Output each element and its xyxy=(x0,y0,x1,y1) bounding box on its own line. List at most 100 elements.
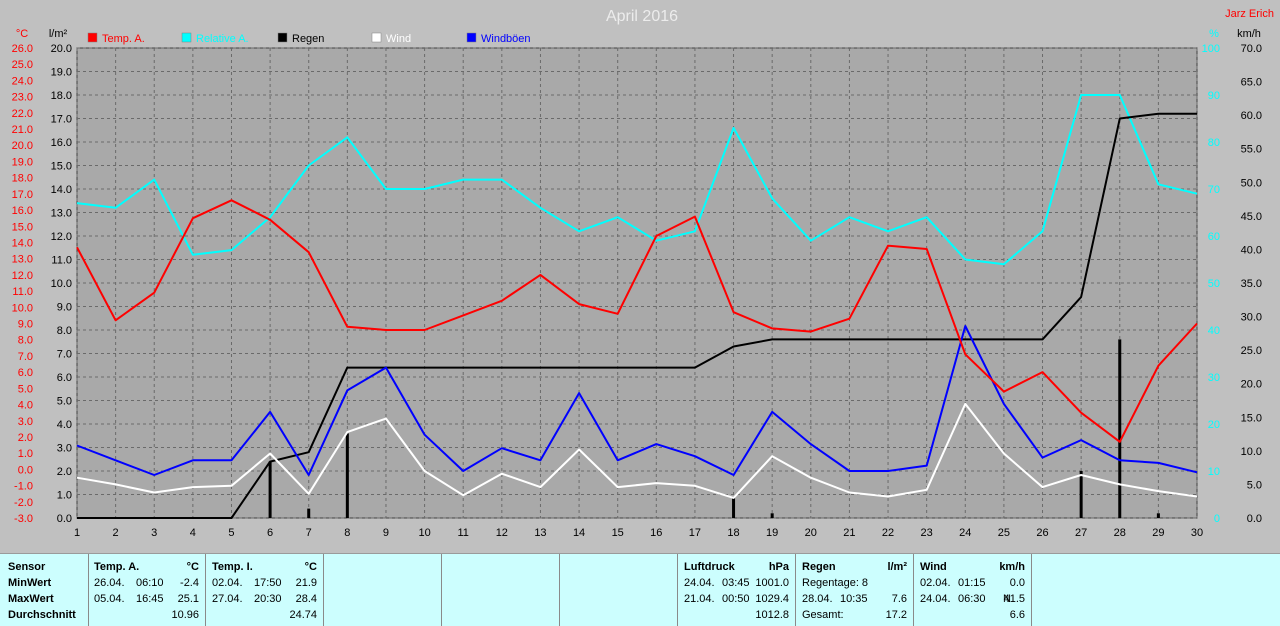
rain-unit-label: l/m² xyxy=(49,28,68,40)
wind-column: Wind km/h 02.04. 01:15 0.0 24.04. 06:30 … xyxy=(914,554,1032,626)
wind-tick-label: 15.0 xyxy=(1241,412,1262,424)
x-tick-label: 3 xyxy=(151,527,157,539)
x-tick-label: 7 xyxy=(306,527,312,539)
temp-inside-max-date: 27.04. xyxy=(212,593,243,605)
rain-tick-label: 18.0 xyxy=(51,90,72,102)
temp-tick-label: 21.0 xyxy=(12,124,33,136)
rain-max-date: 28.04. xyxy=(802,593,833,605)
wind-max-time: 06:30 xyxy=(958,593,986,605)
temp-inside-max-time: 20:30 xyxy=(254,593,282,605)
rain-tick-label: 8.0 xyxy=(57,325,72,337)
rain-tick-label: 2.0 xyxy=(57,466,72,478)
x-tick-label: 10 xyxy=(418,527,430,539)
rain-daily-bar xyxy=(1118,339,1122,518)
x-tick-label: 27 xyxy=(1075,527,1087,539)
rain-daily-bar xyxy=(307,508,311,518)
pressure-max-time: 00:50 xyxy=(722,593,750,605)
x-tick-label: 11 xyxy=(457,527,468,539)
legend-swatch xyxy=(181,32,192,43)
author-label: Jarz Erich xyxy=(1225,8,1274,20)
x-tick-label: 13 xyxy=(534,527,546,539)
humidity-tick-label: 70 xyxy=(1208,184,1220,196)
rain-tick-label: 1.0 xyxy=(57,490,72,502)
temp-tick-label: 7.0 xyxy=(18,351,33,363)
temp-tick-label: -2.0 xyxy=(14,497,33,509)
temp-outside-header: Temp. A. xyxy=(94,561,140,573)
wind-tick-label: 10.0 xyxy=(1241,446,1262,458)
x-tick-label: 24 xyxy=(959,527,971,539)
humidity-tick-label: 60 xyxy=(1208,231,1220,243)
pressure-max-date: 21.04. xyxy=(684,593,715,605)
x-tick-label: 21 xyxy=(843,527,855,539)
rain-tick-label: 19.0 xyxy=(51,67,72,79)
temp-tick-label: 12.0 xyxy=(12,270,33,282)
x-tick-label: 28 xyxy=(1114,527,1126,539)
x-tick-label: 6 xyxy=(267,527,273,539)
wind-tick-label: 65.0 xyxy=(1241,77,1262,89)
pressure-max-value: 1029.4 xyxy=(755,593,789,605)
avg-label: Durchschnitt xyxy=(8,609,76,621)
rain-tick-label: 16.0 xyxy=(51,137,72,149)
temp-tick-label: 3.0 xyxy=(18,416,33,428)
rain-daily-bar xyxy=(732,496,736,518)
temp-outside-min-date: 26.04. xyxy=(94,577,125,589)
legend-swatch xyxy=(371,32,382,43)
temp-tick-label: 24.0 xyxy=(12,75,33,87)
rain-tick-label: 0.0 xyxy=(57,513,72,525)
temp-tick-label: 2.0 xyxy=(18,432,33,444)
wind-min-value: 0.0 xyxy=(1009,577,1025,589)
pressure-header: Luftdruck xyxy=(684,561,735,573)
legend-swatch xyxy=(466,32,477,43)
temp-outside-min-time: 06:10 xyxy=(136,577,164,589)
temp-outside-unit: °C xyxy=(186,561,199,573)
max-label: MaxWert xyxy=(8,593,54,605)
x-tick-label: 12 xyxy=(496,527,508,539)
rain-column: Regen l/m² Regentage: 8 28.04. 10:35 7.6… xyxy=(796,554,914,626)
rain-daily-bar xyxy=(770,513,774,518)
temp-outside-column: Temp. A. °C 26.04. 06:10 -2.4 05.04. 16:… xyxy=(89,554,206,626)
temp-tick-label: 15.0 xyxy=(12,221,33,233)
rain-daily-bar xyxy=(1156,513,1160,518)
x-tick-label: 15 xyxy=(612,527,624,539)
rain-total-value: 17.2 xyxy=(885,609,907,621)
rain-max-time: 10:35 xyxy=(840,593,868,605)
wind-tick-label: 35.0 xyxy=(1241,278,1262,290)
temp-inside-column: Temp. I. °C 02.04. 17:50 21.9 27.04. 20:… xyxy=(206,554,324,626)
legend-label: Wind xyxy=(386,33,411,45)
sensor-column: Sensor MinWert MaxWert Durchschnitt xyxy=(0,554,89,626)
humidity-tick-label: 10 xyxy=(1208,466,1220,478)
humidity-tick-label: 0 xyxy=(1214,513,1220,525)
wind-avg: 6.6 xyxy=(1009,609,1025,621)
wind-tick-label: 40.0 xyxy=(1241,244,1262,256)
temp-tick-label: 10.0 xyxy=(12,302,33,314)
wind-unit: km/h xyxy=(999,561,1025,573)
legend-label: Regen xyxy=(292,33,324,45)
temp-tick-label: 18.0 xyxy=(12,173,33,185)
x-tick-label: 18 xyxy=(727,527,739,539)
x-tick-label: 22 xyxy=(882,527,894,539)
temp-tick-label: 22.0 xyxy=(12,108,33,120)
rain-daily-bar xyxy=(1079,471,1083,518)
temp-inside-min-date: 02.04. xyxy=(212,577,243,589)
temp-outside-max-value: 25.1 xyxy=(177,593,199,605)
rain-tick-label: 11.0 xyxy=(51,255,72,267)
x-tick-label: 20 xyxy=(805,527,817,539)
temp-outside-max-date: 05.04. xyxy=(94,593,125,605)
wind-max-date: 24.04. xyxy=(920,593,951,605)
x-tick-label: 23 xyxy=(921,527,933,539)
legend-label: Relative A. xyxy=(196,33,249,45)
temp-unit-label: °C xyxy=(16,28,28,40)
x-tick-label: 14 xyxy=(573,527,585,539)
temp-inside-unit: °C xyxy=(304,561,317,573)
wind-tick-label: 20.0 xyxy=(1241,379,1262,391)
temp-tick-label: 20.0 xyxy=(12,140,33,152)
temp-tick-label: 4.0 xyxy=(18,400,33,412)
rain-tick-label: 15.0 xyxy=(51,161,72,173)
wind-min-date: 02.04. xyxy=(920,577,951,589)
temp-inside-avg: 24.74 xyxy=(289,609,317,621)
x-tick-label: 25 xyxy=(998,527,1010,539)
wind-max-value: 41.5 xyxy=(1003,593,1025,605)
x-tick-label: 1 xyxy=(74,527,80,539)
temp-outside-max-time: 16:45 xyxy=(136,593,164,605)
pressure-min-time: 03:45 xyxy=(722,577,750,589)
